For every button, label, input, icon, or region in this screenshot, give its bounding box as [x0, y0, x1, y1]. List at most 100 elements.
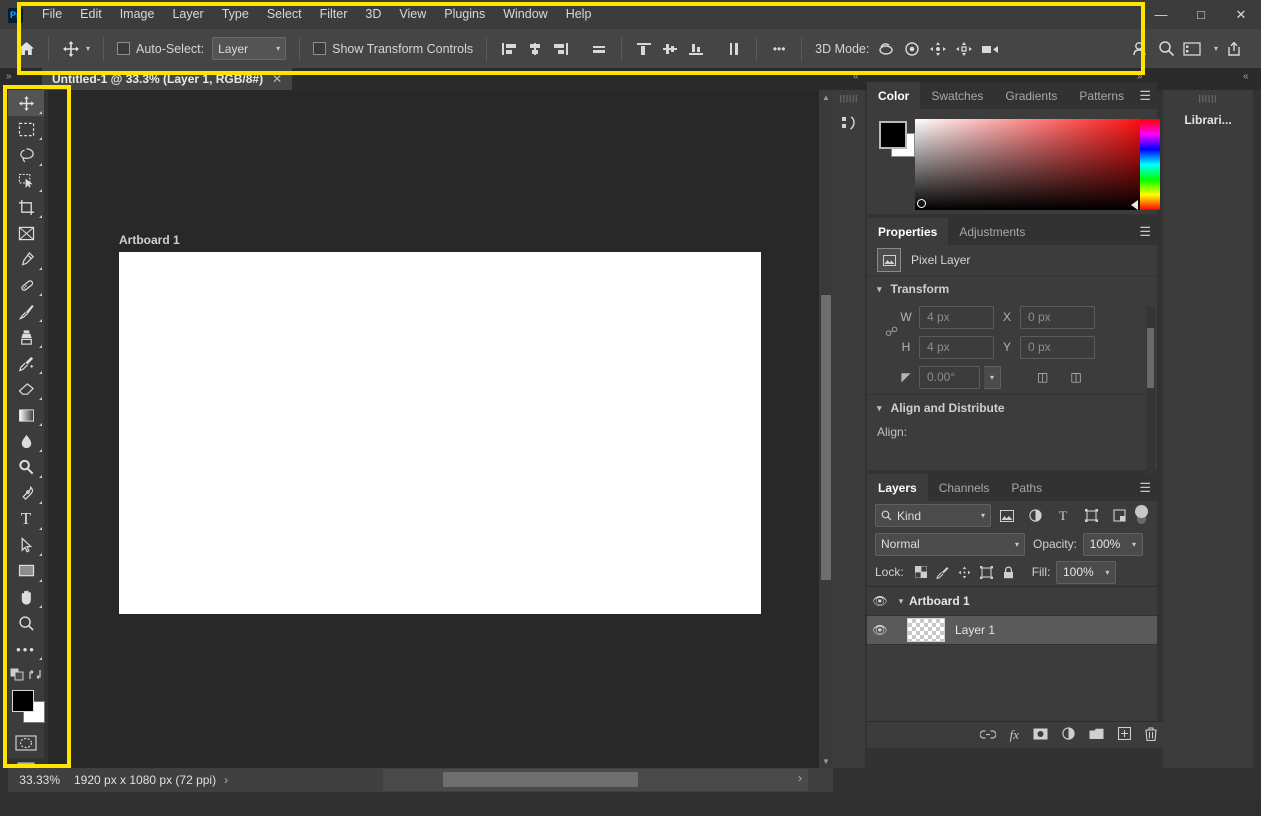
align-distribute-section-header[interactable]: ▾ Align and Distribute — [867, 395, 1157, 421]
share-button[interactable] — [1221, 37, 1247, 61]
transform-section-header[interactable]: ▾ Transform — [867, 276, 1157, 302]
add-collaborator-button[interactable] — [1127, 37, 1153, 61]
tab-color[interactable]: Color — [867, 82, 921, 109]
tab-paths[interactable]: Paths — [1000, 474, 1054, 501]
layer-filter-kind-dropdown[interactable]: Kind ▾ — [875, 504, 991, 527]
table-row[interactable]: 👁 Layer 1 — [867, 616, 1157, 645]
status-expand-icon[interactable]: › — [224, 773, 228, 787]
collapse-left-dock-icon[interactable]: » — [6, 71, 12, 82]
slide-3d-button[interactable] — [951, 37, 977, 61]
workspace-chevron-button[interactable]: ▾ — [1205, 37, 1221, 61]
properties-panel-menu-icon[interactable]: ☰ — [1139, 225, 1151, 238]
lock-transparency-button[interactable] — [910, 562, 932, 582]
quick-mask-toggle[interactable] — [8, 730, 44, 756]
collapse-mini-dock-icon[interactable]: « — [853, 71, 859, 82]
auto-select-option[interactable]: Auto-Select: — [113, 29, 208, 68]
layer-style-button[interactable]: fx — [1010, 727, 1019, 743]
orbit-3d-button[interactable] — [873, 37, 899, 61]
new-layer-button[interactable] — [1117, 726, 1132, 743]
search-button[interactable] — [1153, 37, 1179, 61]
tab-patterns[interactable]: Patterns — [1068, 82, 1136, 109]
home-button[interactable] — [0, 29, 39, 68]
dock-grip[interactable]: |||||| — [833, 90, 865, 103]
color-foreground-swatch[interactable] — [879, 121, 907, 149]
tool-dodge[interactable] — [8, 454, 44, 480]
collapsed-libraries-dock[interactable]: |||||| Librari... — [1163, 90, 1253, 768]
tool-horizontal-type[interactable]: T — [8, 506, 44, 532]
pan-3d-button[interactable] — [925, 37, 951, 61]
opacity-stepper[interactable]: ▾ — [1126, 532, 1144, 556]
distribute-horizontally-button[interactable] — [586, 37, 612, 61]
properties-scrollbar[interactable] — [1146, 306, 1155, 474]
color-mode-row[interactable] — [8, 662, 44, 686]
tab-gradients[interactable]: Gradients — [994, 82, 1069, 109]
tab-channels[interactable]: Channels — [927, 474, 1001, 501]
more-options-button[interactable]: ••• — [766, 37, 792, 61]
swap-colors-icon[interactable] — [28, 668, 42, 681]
active-tool-button[interactable]: ▾ — [58, 29, 94, 68]
lock-all-button[interactable] — [998, 562, 1020, 582]
align-vertical-centers-button[interactable] — [657, 37, 683, 61]
layer-visibility-toggle[interactable]: 👁 — [867, 623, 893, 637]
flip-horizontal-icon[interactable]: ◫ — [1037, 370, 1048, 384]
tab-swatches[interactable]: Swatches — [920, 82, 995, 109]
menu-layer[interactable]: Layer — [163, 0, 212, 29]
menu-type[interactable]: Type — [213, 0, 258, 29]
layer-name[interactable]: Layer 1 — [955, 623, 995, 637]
lock-artboard-button[interactable] — [976, 562, 998, 582]
layer-name[interactable]: Artboard 1 — [909, 594, 970, 608]
filter-pixel-button[interactable] — [995, 505, 1019, 527]
menu-3d[interactable]: 3D — [356, 0, 390, 29]
canvas-horizontal-scrollbar[interactable]: › — [383, 769, 808, 791]
camera-3d-button[interactable] — [977, 37, 1003, 61]
artboard-name-label[interactable]: Artboard 1 — [119, 233, 180, 247]
tool-eyedropper[interactable] — [8, 246, 44, 272]
tool-gradient[interactable] — [8, 402, 44, 428]
w-input[interactable]: 4 px — [919, 305, 994, 329]
tool-eraser[interactable] — [8, 376, 44, 402]
align-right-edges-button[interactable] — [548, 37, 574, 61]
tool-preset-chevron-icon[interactable]: ▾ — [86, 44, 90, 53]
tool-lasso[interactable] — [8, 142, 44, 168]
minimize-button[interactable]: — — [1141, 0, 1181, 29]
artboard-canvas[interactable] — [119, 252, 761, 614]
adjustment-layer-button[interactable] — [1062, 727, 1075, 743]
tool-hand[interactable] — [8, 584, 44, 610]
zoom-level-field[interactable]: 33.33% — [8, 773, 66, 787]
hue-slider[interactable] — [1140, 119, 1160, 210]
layers-panel-menu-icon[interactable]: ☰ — [1139, 481, 1151, 494]
menu-filter[interactable]: Filter — [311, 0, 357, 29]
tool-history-brush[interactable] — [8, 350, 44, 376]
tool-edit-toolbar[interactable]: ••• — [8, 636, 44, 662]
workspace-switcher-button[interactable] — [1179, 37, 1205, 61]
lock-position-button[interactable] — [954, 562, 976, 582]
filter-adjustment-button[interactable] — [1023, 505, 1047, 527]
collapse-panel-dock-icon[interactable]: » — [1137, 71, 1143, 82]
libraries-panel-label[interactable]: Librari... — [1163, 113, 1253, 127]
menu-image[interactable]: Image — [111, 0, 164, 29]
filter-type-button[interactable]: T — [1051, 505, 1075, 527]
h-input[interactable]: 4 px — [919, 335, 994, 359]
angle-stepper[interactable]: ▾ — [984, 365, 1001, 389]
align-left-edges-button[interactable] — [496, 37, 522, 61]
link-layers-button[interactable] — [979, 728, 997, 743]
fill-stepper[interactable]: ▾ — [1099, 560, 1117, 584]
tool-move[interactable] — [8, 90, 44, 116]
show-transform-checkbox[interactable] — [313, 42, 327, 55]
tool-frame[interactable] — [8, 220, 44, 246]
y-input[interactable]: 0 px — [1020, 335, 1095, 359]
tab-properties[interactable]: Properties — [867, 218, 949, 245]
tool-zoom[interactable] — [8, 610, 44, 636]
collapse-library-dock-icon[interactable]: « — [1243, 71, 1249, 82]
tool-brush[interactable] — [8, 298, 44, 324]
opacity-input[interactable]: 100% — [1083, 532, 1127, 556]
menu-help[interactable]: Help — [557, 0, 601, 29]
tool-blur[interactable] — [8, 428, 44, 454]
distribute-vertically-button[interactable] — [721, 37, 747, 61]
flip-vertical-icon[interactable]: ◫ — [1070, 370, 1081, 384]
tool-pen[interactable] — [8, 480, 44, 506]
delete-layer-button[interactable] — [1145, 726, 1157, 744]
align-top-edges-button[interactable] — [631, 37, 657, 61]
link-wh-icon[interactable]: ☍ — [885, 324, 898, 340]
dock-grip[interactable]: |||||| — [1163, 90, 1253, 103]
